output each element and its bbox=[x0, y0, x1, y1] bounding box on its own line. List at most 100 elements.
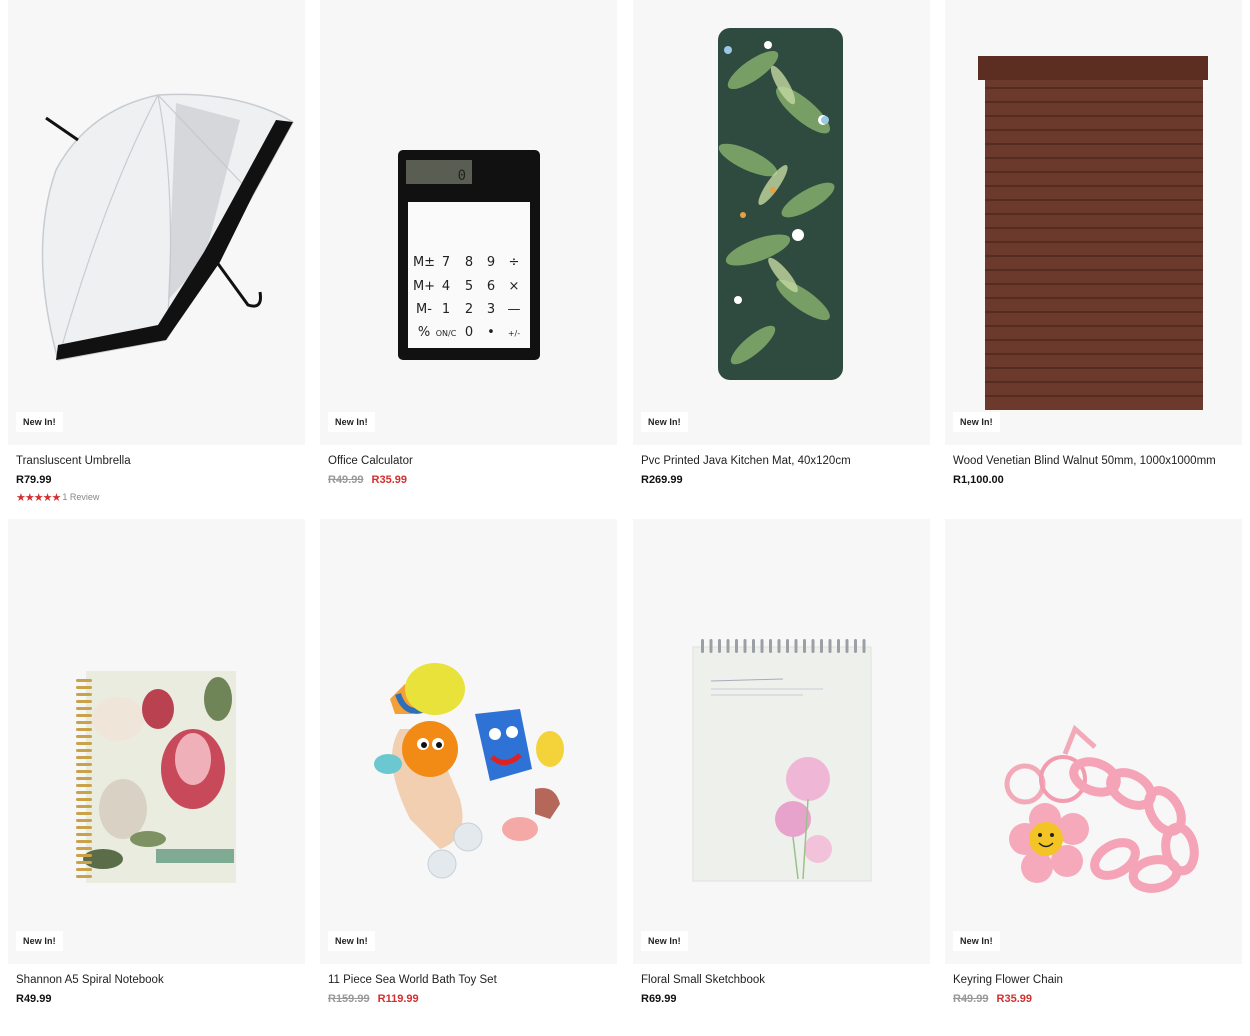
product-price: R49.99 bbox=[16, 993, 52, 1005]
spiral-ring bbox=[76, 784, 92, 787]
product-name[interactable]: 11 Piece Sea World Bath Toy Set bbox=[320, 974, 617, 990]
svg-text:0: 0 bbox=[458, 168, 466, 184]
new-in-badge: New In! bbox=[328, 412, 375, 432]
calculator-key: % bbox=[418, 325, 430, 340]
product-name[interactable]: Transluscent Umbrella bbox=[8, 455, 305, 471]
spiral-ring bbox=[76, 777, 92, 780]
price-row: R79.99 bbox=[8, 474, 305, 489]
product-price: R1,100.00 bbox=[953, 474, 1004, 486]
calculator-key: 0 bbox=[465, 325, 473, 340]
product-card-venetian-blind[interactable]: New In! Wood Venetian Blind Walnut 50mm,… bbox=[945, 0, 1242, 489]
sale-price: R35.99 bbox=[371, 474, 408, 486]
spiral-ring bbox=[794, 639, 798, 653]
sale-price: R119.99 bbox=[377, 993, 419, 1005]
product-image[interactable]: New In! bbox=[8, 519, 305, 964]
spiral-ring bbox=[718, 639, 721, 653]
price-row: R159.99 R119.99 bbox=[320, 993, 617, 1008]
spiral-ring bbox=[76, 742, 92, 745]
product-price: R269.99 bbox=[641, 474, 683, 486]
product-image[interactable]: New In! bbox=[945, 0, 1242, 445]
spiral-ring bbox=[769, 639, 772, 653]
new-in-badge: New In! bbox=[953, 412, 1000, 432]
product-image[interactable]: New In! bbox=[633, 519, 930, 964]
calculator-key: 3 bbox=[487, 302, 495, 317]
product-price: R79.99 bbox=[16, 474, 52, 486]
calculator-key: 8 bbox=[465, 255, 473, 270]
spiral-ring bbox=[76, 805, 92, 808]
spiral-ring bbox=[76, 735, 92, 738]
calculator-key: — bbox=[508, 302, 521, 317]
umbrella-image bbox=[41, 93, 295, 361]
calculator-key: 5 bbox=[465, 279, 473, 294]
product-name[interactable]: Pvc Printed Java Kitchen Mat, 40x120cm bbox=[633, 455, 930, 471]
product-image[interactable]: New In! bbox=[8, 0, 305, 445]
product-image[interactable]: New In! bbox=[320, 519, 617, 964]
spiral-ring bbox=[76, 826, 92, 829]
sketchbook-image bbox=[692, 639, 872, 882]
spiral-ring bbox=[76, 861, 92, 864]
spiral-ring bbox=[854, 639, 857, 653]
new-in-badge: New In! bbox=[953, 931, 1000, 951]
spiral-ring bbox=[803, 639, 806, 653]
calculator-key: ON/C bbox=[436, 329, 457, 338]
original-price: R49.99 bbox=[953, 993, 989, 1005]
product-card-sketchbook[interactable]: New In! Floral Small Sketchbook R69.99 bbox=[633, 519, 930, 1008]
spiral-ring bbox=[76, 819, 92, 822]
product-card-calculator[interactable]: 0 M± 7 8 9 ÷ M+ 4 5 6 × M- 1 2 3 —% ON/C 0 • +/- New In! O… bbox=[320, 0, 617, 489]
price-row: R49.99 bbox=[8, 993, 305, 1008]
spiral-ring bbox=[701, 639, 704, 653]
venetian-blind-image bbox=[978, 56, 1208, 410]
spiral-ring bbox=[845, 639, 849, 653]
calculator-key: • bbox=[487, 325, 495, 340]
product-image[interactable]: 0 M± 7 8 9 ÷ M+ 4 5 6 × M- 1 2 3 —% ON/C 0 • +/- New In! bbox=[320, 0, 617, 445]
spiral-ring bbox=[76, 763, 92, 766]
calculator-key: 1 bbox=[442, 302, 450, 317]
product-card-kitchen-mat[interactable]: New In! Pvc Printed Java Kitchen Mat, 40… bbox=[633, 0, 930, 489]
spiral-ring bbox=[752, 639, 755, 653]
price-row: R269.99 bbox=[633, 474, 930, 489]
product-image[interactable]: New In! bbox=[945, 519, 1242, 964]
calculator-key: M+ bbox=[413, 279, 435, 294]
rating-row[interactable]: ★★★★★ 1 Review bbox=[8, 490, 305, 504]
price-row: R49.99 R35.99 bbox=[320, 474, 617, 489]
calculator-key: 6 bbox=[487, 279, 495, 294]
product-name[interactable]: Wood Venetian Blind Walnut 50mm, 1000x10… bbox=[945, 455, 1242, 471]
product-name[interactable]: Keyring Flower Chain bbox=[945, 974, 1242, 990]
product-card-notebook[interactable]: New In! Shannon A5 Spiral Notebook R49.9… bbox=[8, 519, 305, 1008]
spiral-ring bbox=[76, 840, 92, 843]
product-name[interactable]: Shannon A5 Spiral Notebook bbox=[8, 974, 305, 990]
spiral-ring bbox=[786, 639, 789, 653]
product-image[interactable]: New In! bbox=[633, 0, 930, 445]
spiral-ring bbox=[709, 639, 713, 653]
product-card-bath-toys[interactable]: New In! 11 Piece Sea World Bath Toy Set … bbox=[320, 519, 617, 1008]
calculator-key: ÷ bbox=[509, 255, 520, 270]
calculator-key: +/- bbox=[508, 329, 520, 338]
original-price: R159.99 bbox=[328, 993, 370, 1005]
original-price: R49.99 bbox=[328, 474, 364, 486]
spiral-ring bbox=[76, 693, 92, 696]
kitchen-mat-image bbox=[718, 28, 843, 380]
new-in-badge: New In! bbox=[16, 931, 63, 951]
product-card-umbrella[interactable]: New In! Transluscent Umbrella R79.99 ★★★… bbox=[8, 0, 305, 504]
new-in-badge: New In! bbox=[16, 412, 63, 432]
new-in-badge: New In! bbox=[641, 412, 688, 432]
spiral-ring bbox=[820, 639, 823, 653]
product-card-keyring[interactable]: New In! Keyring Flower Chain R49.99 R35.… bbox=[945, 519, 1242, 1008]
product-name[interactable]: Office Calculator bbox=[320, 455, 617, 471]
keyring-image bbox=[1004, 724, 1199, 893]
calculator-image: 0 M± 7 8 9 ÷ M+ 4 5 6 × M- 1 2 3 —% ON/C 0 • +/- bbox=[398, 150, 540, 360]
spiral-ring bbox=[76, 686, 92, 689]
spiral-ring bbox=[76, 700, 92, 703]
spiral-ring bbox=[811, 639, 815, 653]
new-in-badge: New In! bbox=[328, 931, 375, 951]
product-name[interactable]: Floral Small Sketchbook bbox=[633, 974, 930, 990]
spiral-ring bbox=[760, 639, 764, 653]
calculator-key: M- bbox=[416, 302, 432, 317]
spiral-ring bbox=[76, 798, 92, 801]
spiral-ring bbox=[76, 707, 92, 710]
spiral-ring bbox=[76, 847, 92, 850]
spiral-ring bbox=[726, 639, 730, 653]
calculator-key: × bbox=[509, 279, 520, 294]
bath-toys-image bbox=[374, 663, 564, 879]
price-row: R1,100.00 bbox=[945, 474, 1242, 489]
